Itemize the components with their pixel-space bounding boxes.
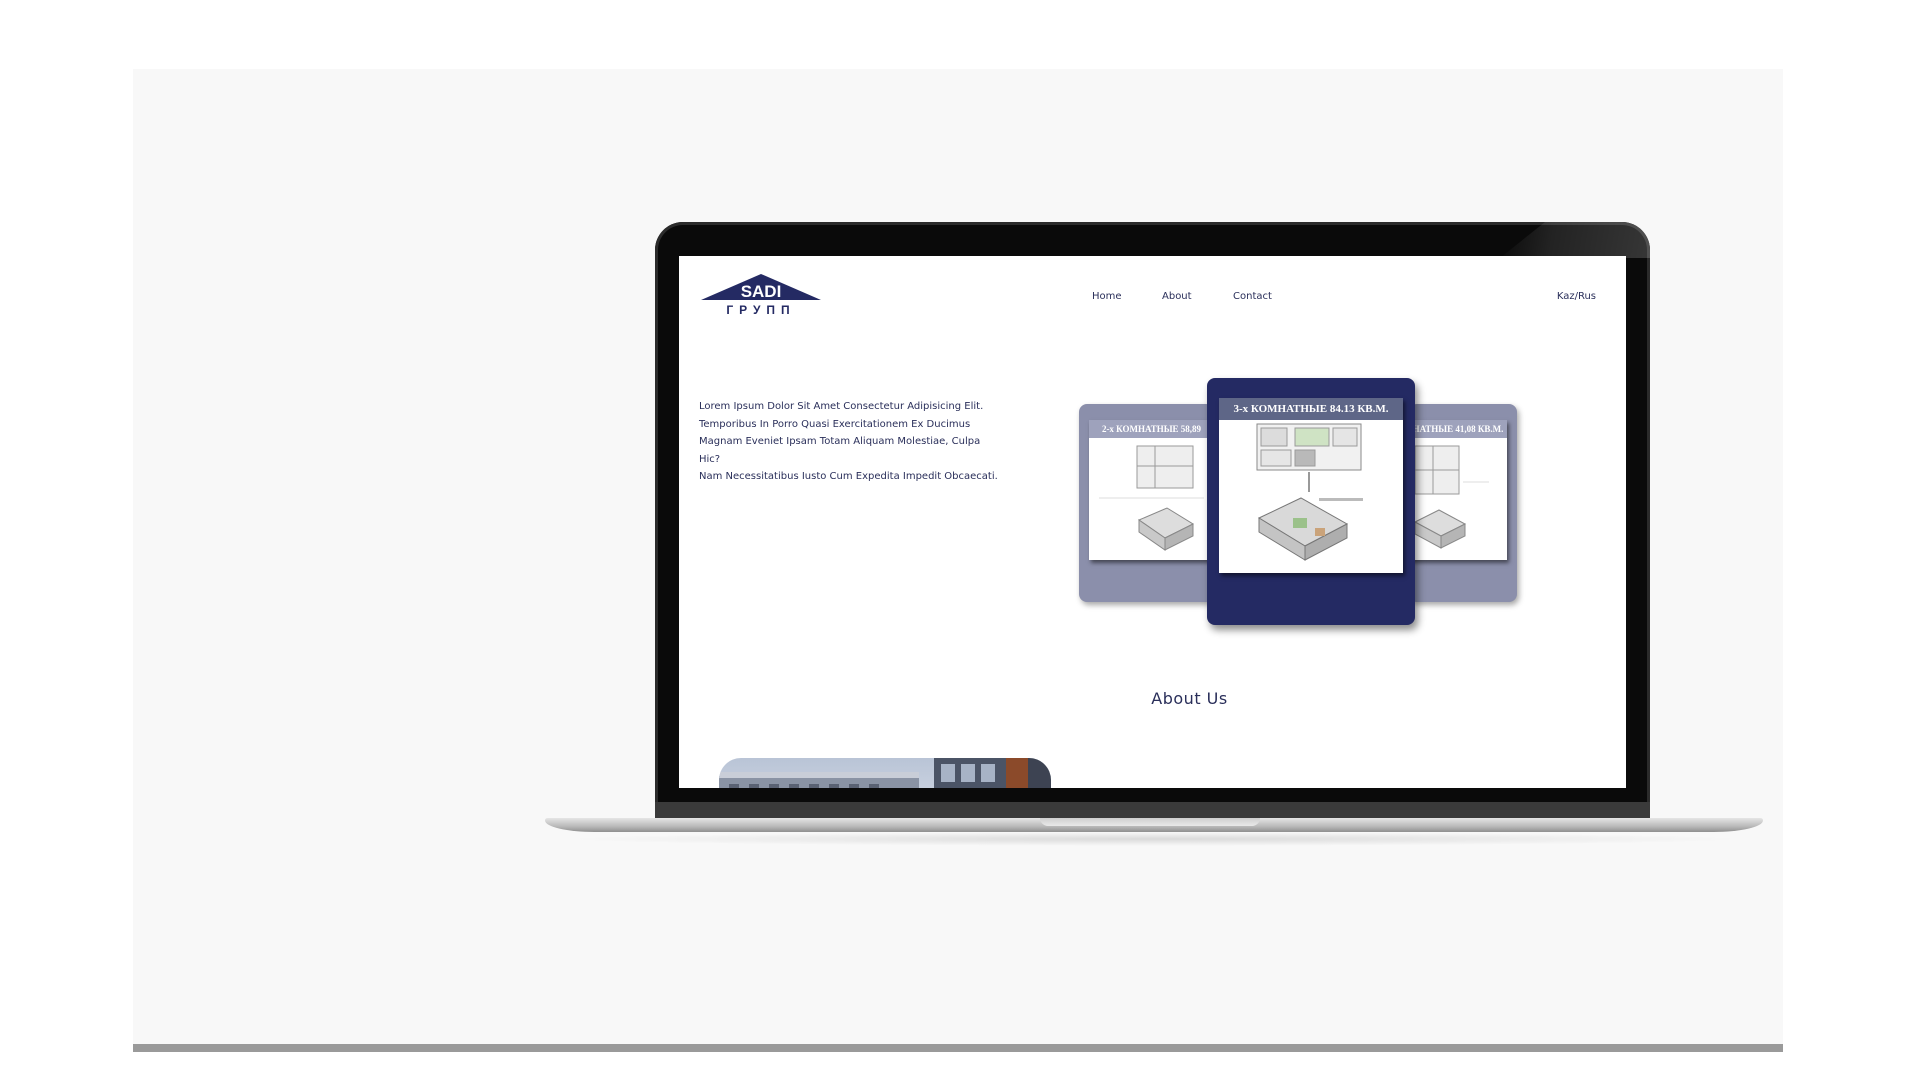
card-right-title: НАТНЫЕ 41,08 КВ.М.: [1409, 420, 1507, 438]
nav-contact[interactable]: Contact: [1233, 291, 1272, 302]
about-building-photo: [719, 758, 1051, 788]
about-heading: About Us: [1151, 689, 1228, 708]
laptop-shadow: [560, 832, 1750, 846]
intro-line: Nam Necessitatibus Iusto Cum Expedita Im…: [699, 471, 998, 482]
intro-line: Magnam Eveniet Ipsam Totam Aliquam Moles…: [699, 436, 981, 465]
carousel-card-center[interactable]: 3-х КОМНАТНЫЕ 84.13 КВ.М.: [1207, 378, 1415, 625]
floor-plan-right-icon: [1413, 445, 1489, 549]
presentation-bottom-bar: [133, 1044, 1783, 1052]
card-center-title: 3-х КОМНАТНЫЕ 84.13 КВ.М.: [1219, 398, 1403, 420]
laptop-screen: SADI ГРУПП Home About Contact Kaz/Rus Lo…: [679, 256, 1626, 788]
floor-plan-center-icon: [1256, 423, 1363, 561]
laptop-base: [545, 818, 1763, 832]
carousel-card-right[interactable]: НАТНЫЕ 41,08 КВ.М.: [1409, 404, 1517, 602]
intro-line: Temporibus In Porro Quasi Exercitationem…: [699, 418, 971, 430]
language-switch[interactable]: Kaz/Rus: [1557, 291, 1596, 302]
building-image: [719, 758, 1051, 788]
nav-home[interactable]: Home: [1092, 291, 1122, 302]
intro-line: Lorem Ipsum Dolor Sit Amet Consectetur A…: [699, 401, 984, 412]
laptop-notch: [1040, 818, 1260, 826]
card-center-image: 3-х КОМНАТНЫЕ 84.13 КВ.М.: [1219, 398, 1403, 573]
card-left-title: 2-х КОМНАТНЫЕ 58,89: [1089, 420, 1214, 438]
laptop-lid: SADI ГРУПП Home About Contact Kaz/Rus Lo…: [655, 222, 1650, 822]
intro-text: Lorem Ipsum Dolor Sit Amet Consectetur A…: [699, 398, 999, 486]
nav-about[interactable]: About: [1162, 291, 1192, 302]
lid-glare: [1500, 222, 1650, 258]
card-right-image: НАТНЫЕ 41,08 КВ.М.: [1409, 420, 1507, 560]
floor-plan-left-icon: [1099, 445, 1204, 551]
carousel-card-left[interactable]: 2-х КОМНАТНЫЕ 58,89: [1079, 404, 1214, 602]
main-nav: Home About Contact: [679, 291, 1626, 307]
card-left-image: 2-х КОМНАТНЫЕ 58,89: [1089, 420, 1214, 560]
